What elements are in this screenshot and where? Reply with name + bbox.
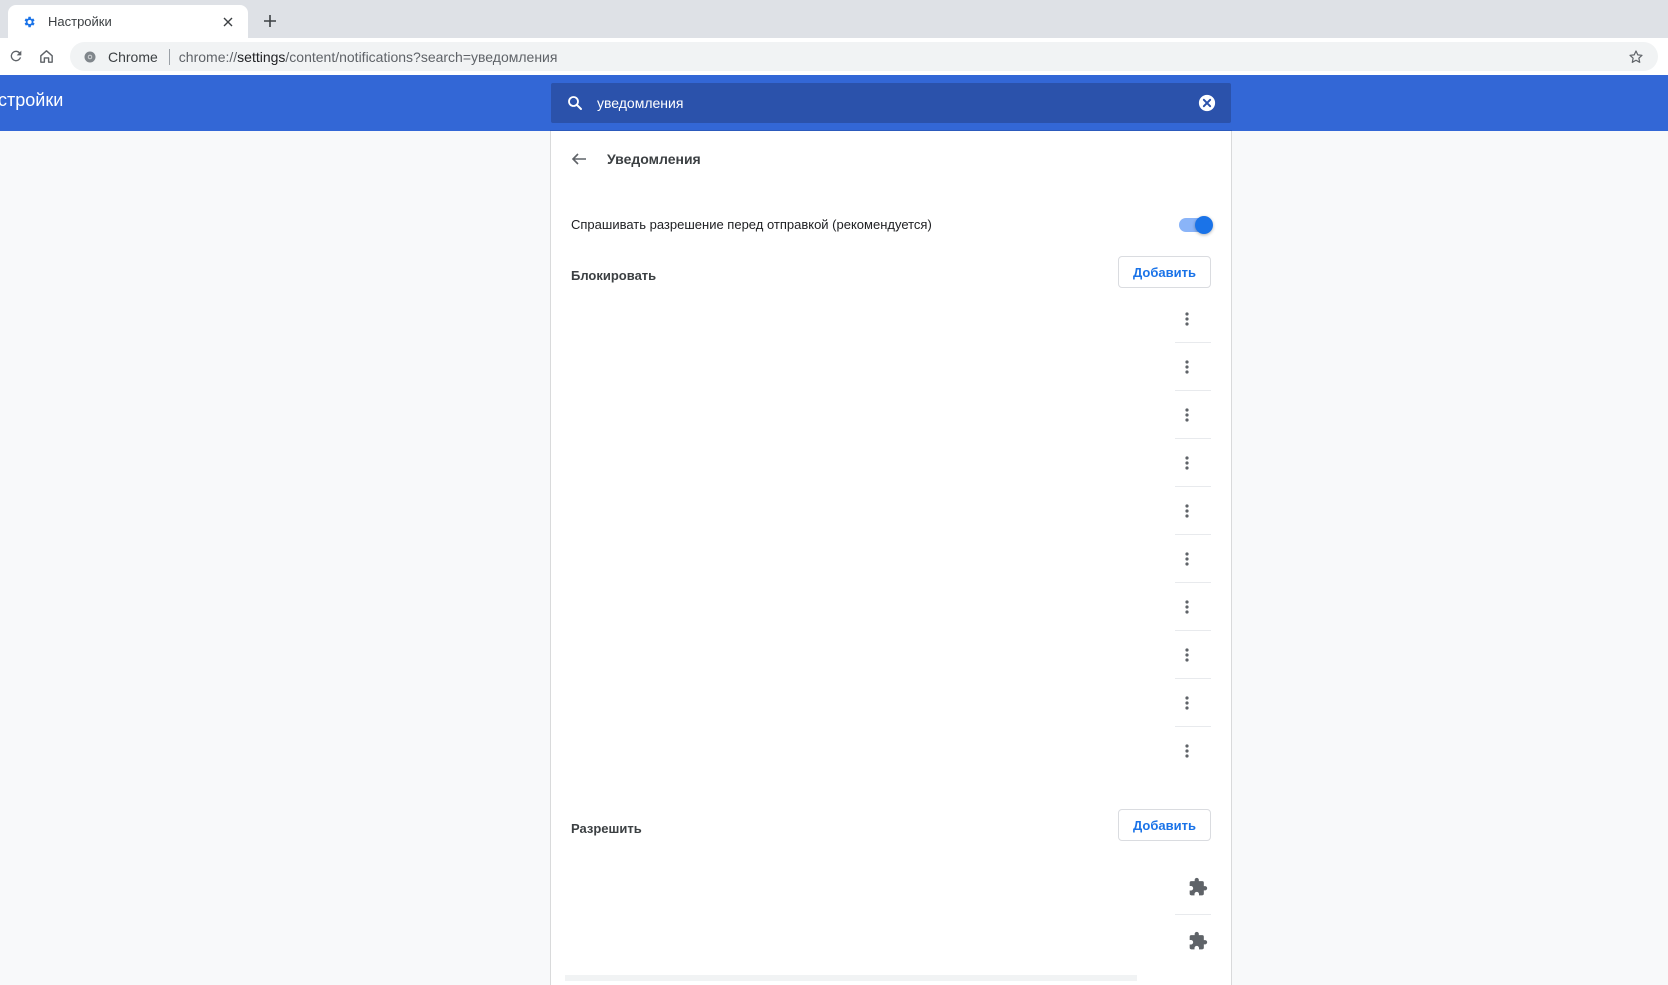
more-actions-icon[interactable]: [1175, 403, 1199, 427]
blocked-site-row: [551, 487, 1231, 535]
omnibox-separator: [168, 48, 170, 65]
ask-permission-row[interactable]: Спрашивать разрешение перед отправкой (р…: [571, 211, 1213, 239]
list-fade: [565, 975, 1137, 981]
url-host: settings: [237, 48, 286, 65]
more-actions-icon[interactable]: [1175, 691, 1199, 715]
search-input[interactable]: [597, 95, 1187, 111]
blocked-site-row: [551, 727, 1231, 775]
more-actions-icon[interactable]: [1175, 595, 1199, 619]
subpage-header: Уведомления: [551, 131, 1231, 187]
settings-search: [551, 83, 1231, 123]
browser-toolbar: Chrome chrome://settings/content/notific…: [0, 38, 1668, 76]
blocked-site-row: [551, 631, 1231, 679]
more-actions-icon[interactable]: [1175, 739, 1199, 763]
blocked-site-row: [551, 343, 1231, 391]
url-scheme: chrome://: [178, 48, 238, 65]
ask-permission-label: Спрашивать разрешение перед отправкой (р…: [571, 217, 932, 232]
allow-add-button[interactable]: Добавить: [1118, 809, 1211, 841]
allow-section-label: Разрешить: [571, 821, 642, 836]
back-arrow-icon[interactable]: [567, 147, 591, 171]
tab-settings[interactable]: Настройки: [8, 5, 248, 38]
blocked-site-row: [551, 439, 1231, 487]
url-text: chrome://settings/content/notifications?…: [179, 49, 558, 65]
tab-strip: Настройки: [0, 0, 1668, 38]
blocked-site-row: [551, 391, 1231, 439]
notifications-card: Уведомления Спрашивать разрешение перед …: [551, 131, 1231, 985]
block-section-label: Блокировать: [571, 268, 657, 283]
chrome-site-icon: [82, 49, 98, 65]
blocked-site-row: [551, 295, 1231, 343]
settings-title: астройки: [0, 90, 64, 110]
settings-header: астройки: [0, 75, 1668, 131]
search-icon: [563, 91, 587, 115]
reload-button[interactable]: [4, 44, 28, 68]
new-tab-button[interactable]: [258, 9, 282, 33]
close-tab-icon[interactable]: [218, 12, 238, 32]
url-path: /content/notifications?search=уведомлени…: [285, 48, 558, 65]
home-button[interactable]: [34, 44, 58, 68]
more-actions-icon[interactable]: [1175, 547, 1199, 571]
more-actions-icon[interactable]: [1175, 355, 1199, 379]
toggle-knob: [1195, 216, 1213, 234]
allowed-site-row: [551, 861, 1231, 915]
more-actions-icon[interactable]: [1175, 307, 1199, 331]
site-chip: Chrome: [108, 48, 158, 65]
extension-puzzle-icon[interactable]: [1187, 876, 1209, 898]
allowed-site-row: [551, 915, 1231, 969]
bookmark-star-icon[interactable]: [1626, 47, 1646, 67]
tab-title: Настройки: [48, 14, 112, 29]
ask-permission-toggle[interactable]: [1179, 216, 1213, 234]
page-title: Уведомления: [607, 151, 701, 167]
extension-puzzle-icon[interactable]: [1187, 930, 1209, 952]
more-actions-icon[interactable]: [1175, 499, 1199, 523]
blocked-site-row: [551, 535, 1231, 583]
gear-icon: [20, 13, 38, 31]
blocked-site-row: [551, 679, 1231, 727]
block-add-button[interactable]: Добавить: [1118, 256, 1211, 288]
blocked-site-row: [551, 583, 1231, 631]
more-actions-icon[interactable]: [1175, 643, 1199, 667]
clear-search-icon[interactable]: [1187, 83, 1227, 123]
more-actions-icon[interactable]: [1175, 451, 1199, 475]
address-bar[interactable]: Chrome chrome://settings/content/notific…: [70, 42, 1658, 71]
